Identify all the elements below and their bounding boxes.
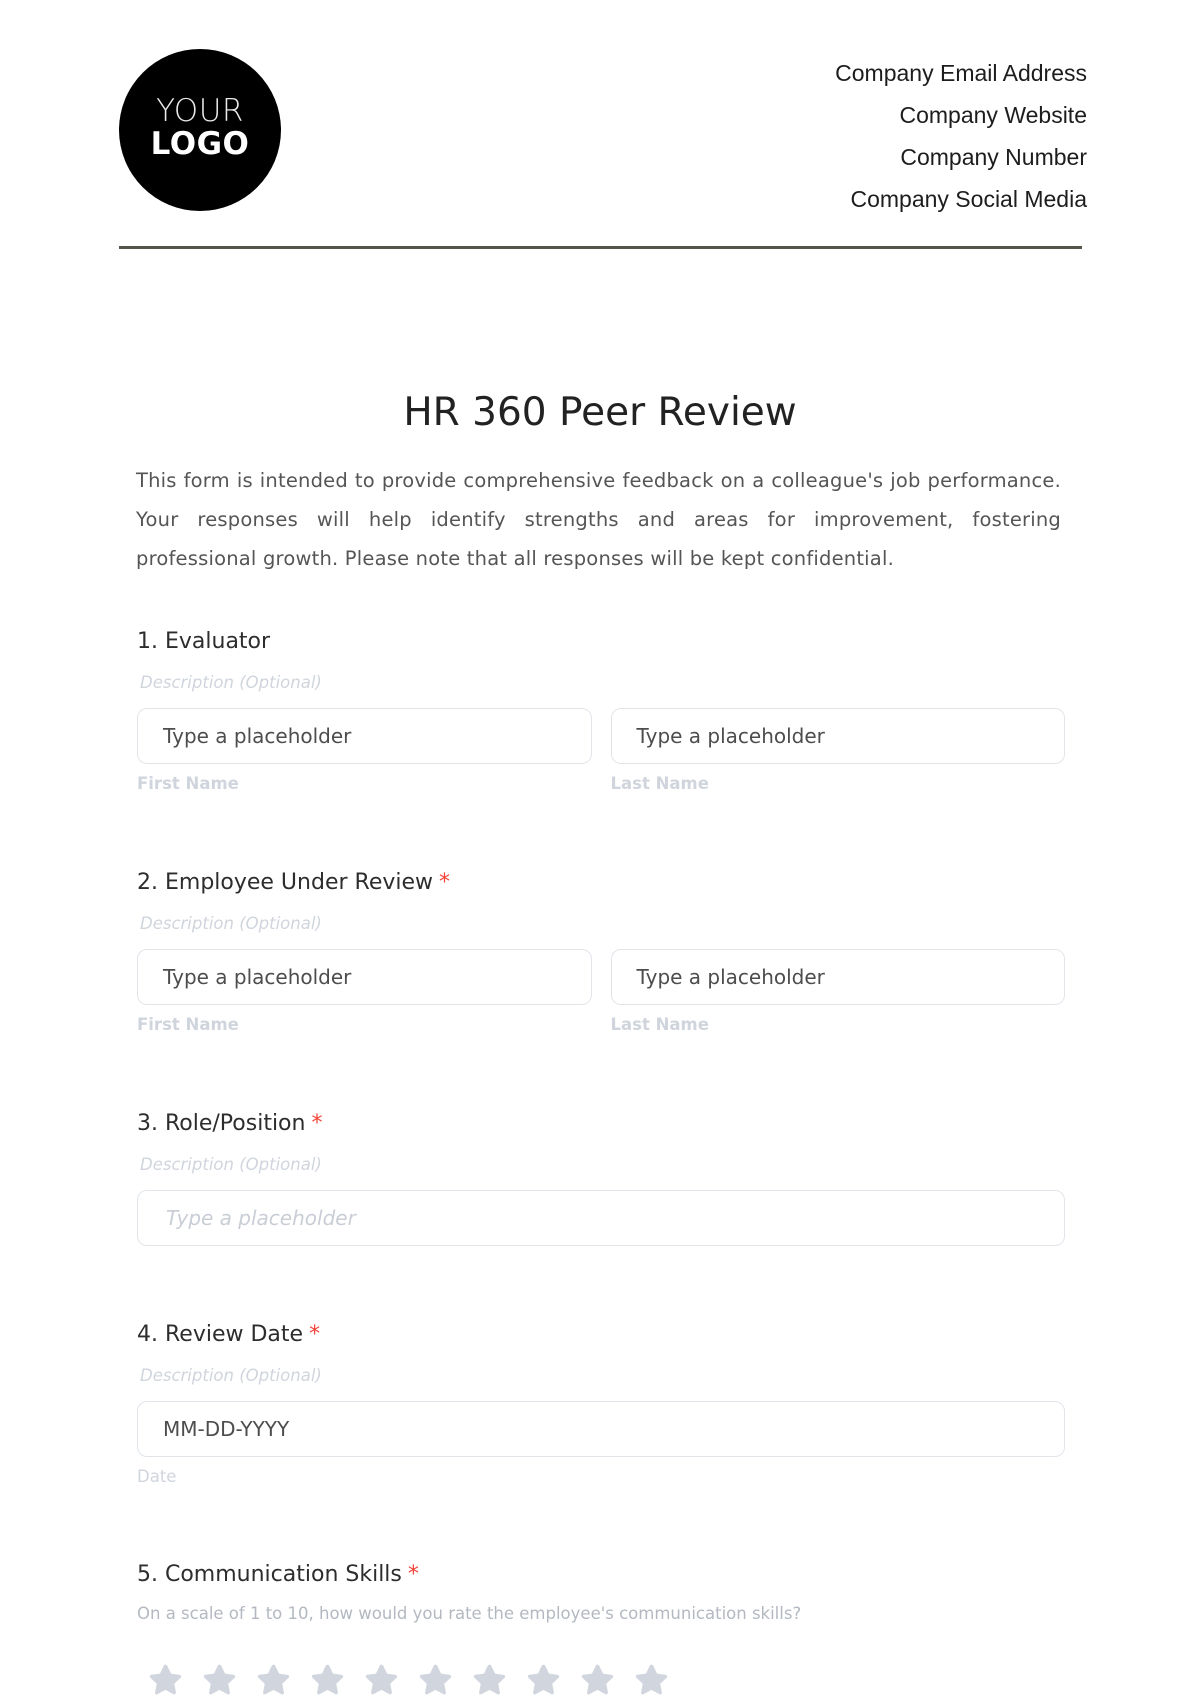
- question-description: Description (Optional): [140, 673, 322, 692]
- question-title: 5. Communication Skills *: [137, 1562, 419, 1587]
- question-description: On a scale of 1 to 10, how would you rat…: [137, 1604, 802, 1623]
- company-email: Company Email Address: [835, 60, 1087, 86]
- evaluator-first-name-input[interactable]: Type a placeholder: [137, 708, 592, 764]
- date-label: Date: [137, 1467, 177, 1486]
- question-communication-skills: 5. Communication Skills * On a scale of 1…: [137, 1561, 1065, 1700]
- required-asterisk: *: [309, 1322, 321, 1347]
- star-icon[interactable]: [200, 1661, 239, 1700]
- last-name-label: Last Name: [610, 774, 709, 793]
- question-employee-under-review: 2. Employee Under Review * Description (O…: [137, 869, 1065, 1034]
- company-website: Company Website: [899, 102, 1088, 128]
- logo-text-logo: LOGO: [150, 126, 250, 162]
- question-title: 1. Evaluator: [137, 629, 271, 654]
- employee-first-name-input[interactable]: Type a placeholder: [137, 949, 592, 1005]
- evaluator-last-name-input[interactable]: Type a placeholder: [610, 708, 1065, 764]
- question-description: Description (Optional): [140, 1366, 322, 1385]
- question-description: Description (Optional): [140, 914, 322, 933]
- star-icon[interactable]: [254, 1661, 293, 1700]
- question-description: Description (Optional): [140, 1155, 322, 1174]
- company-social-media: Company Social Media: [850, 186, 1087, 212]
- role-position-input[interactable]: Type a placeholder: [137, 1190, 1065, 1246]
- star-icon[interactable]: [362, 1661, 401, 1700]
- star-rating: [146, 1661, 1065, 1700]
- employee-last-name-input[interactable]: Type a placeholder: [610, 949, 1065, 1005]
- question-evaluator: 1. Evaluator Description (Optional) Type…: [137, 628, 1065, 793]
- company-info: Company Email Address Company Website Co…: [835, 52, 1087, 220]
- question-title: 2. Employee Under Review *: [137, 870, 451, 895]
- header-divider: [119, 246, 1082, 249]
- required-asterisk: *: [439, 870, 451, 895]
- company-number: Company Number: [900, 144, 1087, 170]
- logo-text-your: YOUR: [156, 93, 244, 129]
- star-icon[interactable]: [524, 1661, 563, 1700]
- last-name-label: Last Name: [610, 1015, 709, 1034]
- star-icon[interactable]: [308, 1661, 347, 1700]
- question-review-date: 4. Review Date * Description (Optional) M…: [137, 1321, 1065, 1486]
- required-asterisk: *: [407, 1562, 419, 1587]
- star-icon[interactable]: [632, 1661, 671, 1700]
- first-name-label: First Name: [137, 774, 239, 793]
- star-icon[interactable]: [146, 1661, 185, 1700]
- first-name-label: First Name: [137, 1015, 239, 1034]
- required-asterisk: *: [311, 1111, 323, 1136]
- form-intro: This form is intended to provide compreh…: [136, 469, 1061, 570]
- star-icon[interactable]: [416, 1661, 455, 1700]
- star-icon[interactable]: [470, 1661, 509, 1700]
- review-date-input[interactable]: MM-DD-YYYY: [137, 1401, 1065, 1457]
- question-title: 4. Review Date *: [137, 1322, 321, 1347]
- star-icon[interactable]: [578, 1661, 617, 1700]
- company-logo: YOUR LOGO: [119, 49, 281, 211]
- question-role-position: 3. Role/Position * Description (Optional)…: [137, 1110, 1065, 1246]
- question-title: 3. Role/Position *: [137, 1111, 323, 1136]
- form-title: HR 360 Peer Review: [403, 390, 797, 435]
